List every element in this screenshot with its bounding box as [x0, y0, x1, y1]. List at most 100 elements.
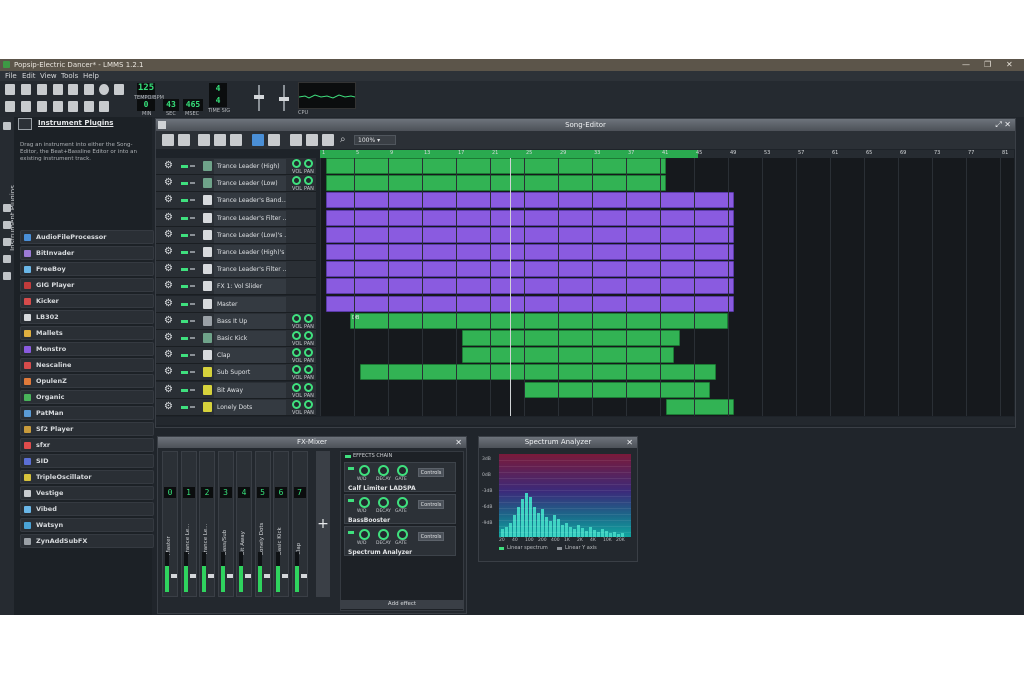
track-name[interactable]: Trance Leader's Filter ...	[214, 210, 286, 226]
plugin-item[interactable]: Organic	[20, 390, 154, 404]
volume-knob[interactable]	[292, 176, 301, 186]
track-settings-gear-icon[interactable]: ⚙	[164, 178, 173, 188]
add-effect-button[interactable]: Add effect	[340, 600, 464, 609]
volume-knob[interactable]	[292, 399, 301, 409]
pan-knob[interactable]	[304, 331, 313, 340]
timeline-ruler[interactable]: 1 5 9 13 17 21 25 29 33 37 41 45 49 53 57 61 65 69 73 77 81	[320, 150, 1014, 158]
track-name[interactable]: Bit Away	[214, 382, 286, 398]
plugin-item[interactable]: sfxr	[20, 438, 154, 452]
track-settings-gear-icon[interactable]: ⚙	[164, 247, 173, 257]
master-pitch-handle[interactable]	[279, 97, 289, 101]
effect-enable-led[interactable]	[348, 467, 354, 470]
track-name[interactable]: Trance Leader's Filter ...	[214, 262, 286, 278]
export-icon[interactable]	[84, 84, 94, 95]
effect-slot[interactable]: W/D DECAY GATE Controls BassBooster	[344, 494, 456, 524]
effects-chain-led[interactable]	[345, 455, 351, 458]
pan-knob[interactable]	[304, 382, 313, 392]
presets-tab-icon[interactable]	[3, 238, 11, 246]
channel-fader[interactable]	[171, 574, 177, 578]
track-row[interactable]: ⚙ Trance Leader's Band...	[156, 192, 316, 210]
channel-fader[interactable]	[245, 574, 251, 578]
effect-knob[interactable]	[359, 497, 370, 508]
track-solo-led[interactable]	[190, 337, 195, 339]
track-solo-led[interactable]	[190, 268, 195, 271]
track-mute-led[interactable]	[181, 354, 188, 358]
track-row[interactable]: ⚙ FX 1: Vol Slider	[156, 278, 316, 296]
mixer-channel[interactable]: 2 Trance Le...	[199, 451, 215, 597]
track-solo-led[interactable]	[190, 233, 195, 236]
track-row[interactable]: ⚙ Trance Leader (Low)'s ...	[156, 226, 316, 244]
menu-file[interactable]: File	[5, 72, 17, 80]
menu-help[interactable]: Help	[83, 72, 99, 80]
track-row[interactable]: ⚙ Trance Leader (High)'s ...	[156, 244, 316, 261]
track-mute-led[interactable]	[181, 216, 188, 220]
track-settings-gear-icon[interactable]: ⚙	[164, 315, 173, 326]
pattern-clip[interactable]	[350, 312, 728, 329]
track-name[interactable]: Master	[214, 296, 286, 312]
linear-y-led[interactable]	[557, 547, 562, 550]
pan-knob[interactable]	[304, 348, 313, 358]
add-beat-bassline-icon[interactable]	[198, 134, 210, 146]
track-name[interactable]: Trance Leader (High)'s ...	[214, 245, 286, 260]
tempo-display[interactable]: 125	[137, 83, 155, 95]
fx-mixer-close-icon[interactable]: ✕	[455, 437, 462, 448]
effect-controls-button[interactable]: Controls	[418, 532, 444, 541]
projects-tab-icon[interactable]	[3, 204, 11, 212]
track-solo-led[interactable]	[190, 319, 195, 322]
track-name[interactable]: Lonely Dots	[214, 399, 286, 415]
track-name[interactable]: Trance Leader (Low)	[214, 176, 286, 192]
effect-controls-button[interactable]: Controls	[418, 468, 444, 477]
track-grid[interactable]: DB	[320, 158, 1014, 416]
plugin-item[interactable]: Monstro	[20, 342, 154, 356]
mixer-channel[interactable]: 0 Master	[162, 451, 178, 597]
edit-mode-icon[interactable]	[268, 134, 280, 146]
track-mute-led[interactable]	[181, 302, 188, 306]
mixer-channel[interactable]: 6 Basic Kick	[273, 451, 289, 597]
plugin-item[interactable]: Vibed	[20, 502, 154, 516]
track-mute-led[interactable]	[181, 182, 188, 186]
track-settings-gear-icon[interactable]: ⚙	[164, 333, 173, 343]
new-from-template-icon[interactable]	[21, 84, 31, 95]
track-solo-led[interactable]	[190, 199, 195, 202]
effect-controls-button[interactable]: Controls	[418, 500, 444, 509]
pattern-clip[interactable]	[462, 330, 680, 346]
plugin-item[interactable]: FreeBoy	[20, 262, 154, 276]
pattern-clip[interactable]	[666, 398, 734, 415]
effect-knob[interactable]	[378, 497, 389, 508]
stop-icon[interactable]	[178, 134, 190, 146]
volume-knob[interactable]	[292, 331, 301, 340]
open-project-icon[interactable]	[37, 84, 47, 95]
track-name[interactable]: FX 1: Vol Slider	[214, 279, 286, 295]
track-settings-gear-icon[interactable]: ⚙	[164, 298, 173, 309]
effect-knob[interactable]	[378, 465, 389, 476]
track-settings-gear-icon[interactable]: ⚙	[164, 384, 173, 395]
song-editor-icon[interactable]	[5, 101, 15, 112]
track-mute-led[interactable]	[181, 319, 188, 323]
track-row[interactable]: ⚙ Trance Leader (Low) VOL PAN	[156, 175, 316, 193]
volume-knob[interactable]	[292, 382, 301, 392]
track-solo-led[interactable]	[190, 388, 195, 391]
effect-enable-led[interactable]	[348, 531, 354, 534]
pattern-clip[interactable]	[326, 175, 666, 192]
track-name[interactable]: Clap	[214, 348, 286, 364]
track-mute-led[interactable]	[181, 165, 188, 168]
pan-knob[interactable]	[304, 176, 313, 186]
maximize-button[interactable]: ❐	[984, 60, 991, 69]
stop-behaviour-icon[interactable]	[322, 134, 334, 146]
effect-knob[interactable]	[359, 529, 370, 540]
time-sig-numerator[interactable]: 4	[209, 83, 227, 95]
save-icon[interactable]	[68, 84, 78, 95]
track-settings-gear-icon[interactable]: ⚙	[164, 264, 173, 274]
plugin-item[interactable]: OpulenZ	[20, 374, 154, 388]
track-row[interactable]: ⚙ Lonely Dots VOL PAN	[156, 398, 316, 416]
add-sample-track-icon[interactable]	[214, 134, 226, 146]
effect-slot[interactable]: W/D DECAY GATE Controls Spectrum Analyzer	[344, 526, 456, 556]
channel-fader[interactable]	[282, 574, 288, 578]
effect-enable-led[interactable]	[348, 499, 354, 502]
track-settings-gear-icon[interactable]: ⚙	[164, 401, 173, 412]
track-mute-led[interactable]	[181, 233, 188, 237]
minimize-button[interactable]: —	[962, 60, 970, 69]
plugin-item[interactable]: Mallets	[20, 326, 154, 340]
recent-projects-icon[interactable]	[53, 84, 63, 95]
effect-knob[interactable]	[397, 529, 408, 540]
